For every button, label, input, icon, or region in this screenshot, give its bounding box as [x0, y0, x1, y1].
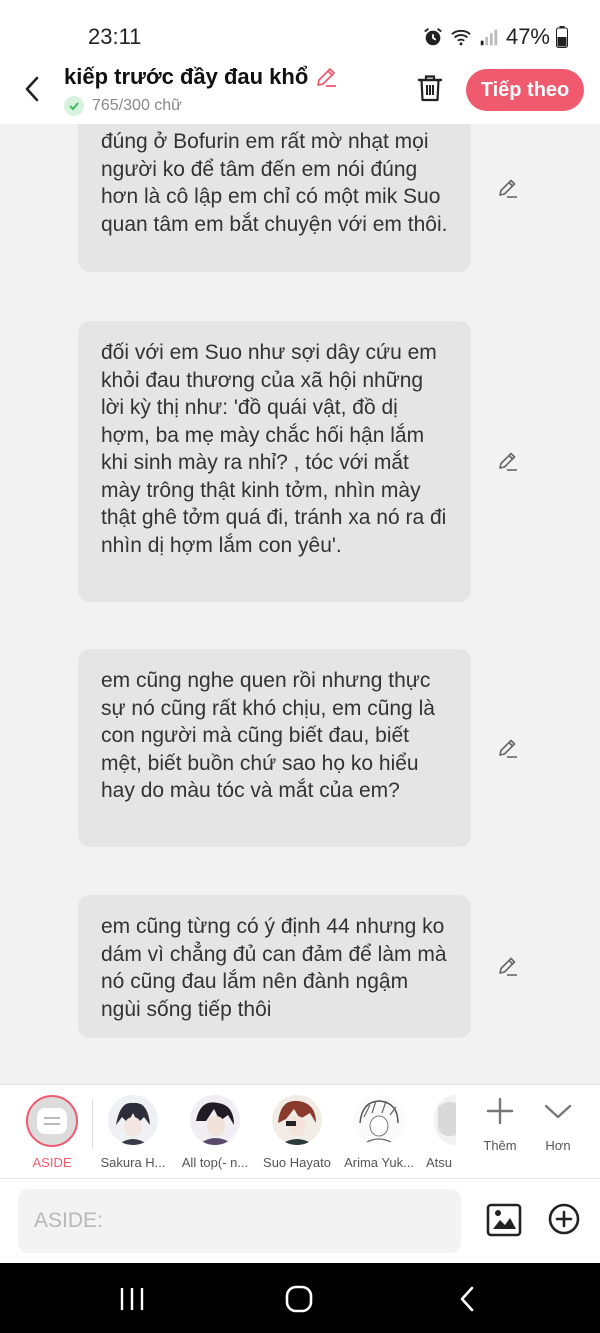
- edit-message-icon[interactable]: [496, 736, 520, 760]
- message-bubble[interactable]: đối với em Suo như sợi dây cứu em khỏi đ…: [78, 321, 471, 602]
- app-header: kiếp trước đầy đau khổ 765/300 chữ Tiếp …: [0, 62, 600, 124]
- character-item[interactable]: All top(- n...: [174, 1093, 256, 1170]
- message-list[interactable]: đúng ở Bofurin em rất mờ nhạt mọi người …: [0, 124, 600, 1084]
- more-button[interactable]: Hơn: [533, 1095, 583, 1153]
- next-button[interactable]: Tiếp theo: [466, 69, 584, 111]
- character-item[interactable]: Arima Yuk...: [338, 1093, 420, 1170]
- character-item[interactable]: Suo Hayato: [256, 1093, 338, 1170]
- character-name: All top(- n...: [181, 1155, 249, 1170]
- character-name: Arima Yuk...: [344, 1155, 414, 1170]
- story-title[interactable]: kiếp trước đầy đau khổ: [64, 64, 338, 90]
- avatar: [354, 1095, 404, 1145]
- home-icon[interactable]: [285, 1285, 313, 1313]
- system-nav-bar: [0, 1263, 600, 1333]
- edit-message-icon[interactable]: [496, 176, 520, 200]
- message-bubble[interactable]: em cũng từng có ý định 44 nhưng ko dám v…: [78, 895, 471, 1038]
- edit-message-icon[interactable]: [496, 449, 520, 473]
- avatar: [190, 1095, 240, 1145]
- status-bar: 23:11 47%: [0, 0, 600, 62]
- character-name: Suo Hayato: [263, 1155, 331, 1170]
- edit-message-icon[interactable]: [496, 954, 520, 978]
- character-bar: ASIDE Sakura H... All top(- n... Suo Hay…: [0, 1084, 600, 1178]
- status-time: 23:11: [88, 24, 142, 49]
- story-title-text: kiếp trước đầy đau khổ: [64, 64, 309, 89]
- avatar: [434, 1095, 456, 1145]
- avatar: [272, 1095, 322, 1145]
- plus-icon: [486, 1097, 514, 1125]
- character-item[interactable]: Sakura H...: [92, 1093, 174, 1170]
- check-icon: [64, 96, 84, 116]
- aside-avatar: [26, 1095, 78, 1147]
- battery-percent: 47%: [505, 24, 550, 49]
- nav-back-icon[interactable]: [456, 1285, 478, 1313]
- avatar: [108, 1095, 158, 1145]
- message-bubble[interactable]: em cũng nghe quen rồi nhưng thực sự nó c…: [78, 649, 471, 847]
- character-name: Sakura H...: [100, 1155, 166, 1170]
- aside-label: ASIDE: [32, 1155, 72, 1170]
- word-count-text: 765/300 chữ: [92, 97, 182, 114]
- wifi-icon: [451, 29, 471, 46]
- aside-chat-icon: [37, 1108, 67, 1134]
- message-bubble[interactable]: đúng ở Bofurin em rất mờ nhạt mọi người …: [78, 124, 471, 272]
- add-circle-icon[interactable]: [548, 1203, 580, 1235]
- add-character-button[interactable]: Thêm: [475, 1095, 525, 1153]
- title-area: kiếp trước đầy đau khổ 765/300 chữ: [64, 64, 338, 116]
- alarm-icon: [424, 28, 442, 46]
- composer: [0, 1178, 600, 1263]
- recent-apps-icon[interactable]: [118, 1287, 146, 1311]
- character-item[interactable]: Atsu: [420, 1093, 456, 1170]
- trash-icon[interactable]: [414, 72, 446, 104]
- more-label: Hơn: [545, 1138, 571, 1153]
- battery-icon: [556, 26, 568, 48]
- character-name: Atsu: [426, 1155, 453, 1170]
- edit-title-icon[interactable]: [314, 65, 338, 89]
- back-arrow-icon[interactable]: [18, 74, 48, 104]
- status-icons: 47%: [422, 24, 568, 50]
- image-icon[interactable]: [486, 1203, 522, 1237]
- message-input[interactable]: [18, 1189, 461, 1253]
- signal-icon: [480, 29, 498, 46]
- character-aside[interactable]: ASIDE: [18, 1091, 86, 1170]
- word-count: 765/300 chữ: [64, 96, 338, 116]
- chevron-down-icon: [544, 1104, 572, 1119]
- add-label: Thêm: [483, 1138, 517, 1153]
